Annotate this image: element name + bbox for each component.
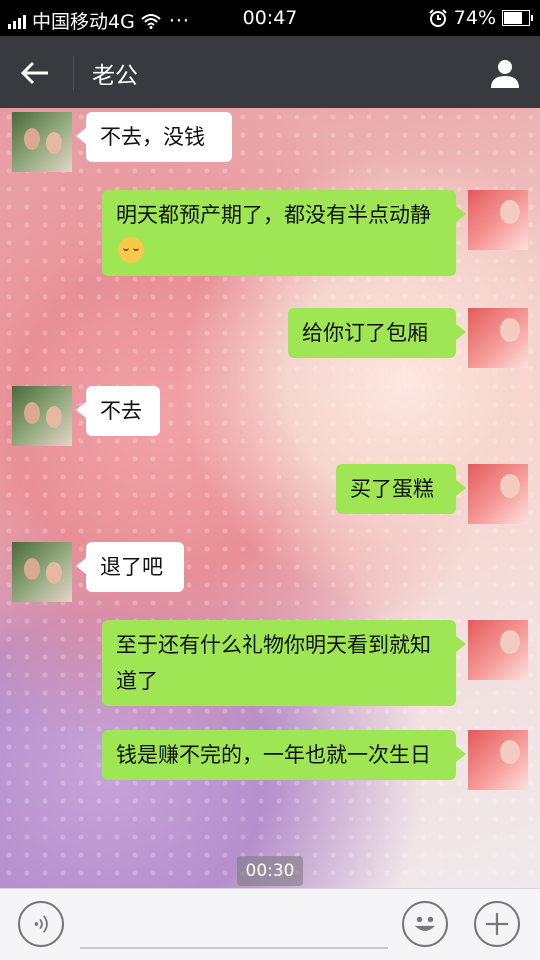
message-input[interactable] xyxy=(80,947,388,949)
message-text: 不去，没钱 xyxy=(100,125,205,149)
contact-avatar[interactable] xyxy=(12,542,72,602)
input-bar xyxy=(0,888,540,960)
message-bubble-incoming[interactable]: 不去 xyxy=(76,386,160,436)
contact-avatar[interactable] xyxy=(12,112,72,172)
chat-title: 老公 xyxy=(92,63,138,89)
message-bubble-outgoing[interactable]: 买了蛋糕 xyxy=(336,464,466,514)
message-text: 退了吧 xyxy=(100,555,163,579)
relieved-face-icon xyxy=(118,237,144,263)
message-text: 钱是赚不完的，一年也就一次生日 xyxy=(116,743,431,767)
message-bubble-outgoing[interactable]: 至于还有什么礼物你明天看到就知道了 xyxy=(102,620,466,706)
arrow-left-icon[interactable] xyxy=(18,56,52,90)
header-divider xyxy=(73,56,74,90)
battery-percent: 74% xyxy=(453,7,496,29)
battery-icon xyxy=(502,10,533,26)
message-bubble-outgoing[interactable]: 钱是赚不完的，一年也就一次生日 xyxy=(102,730,466,780)
message-text: 至于还有什么礼物你明天看到就知道了 xyxy=(116,633,431,693)
voice-icon[interactable] xyxy=(18,901,64,947)
message-bubble-outgoing[interactable]: 明天都预产期了，都没有半点动静 xyxy=(102,190,466,276)
self-avatar[interactable] xyxy=(468,464,528,524)
chat-header: 老公 xyxy=(0,36,540,108)
message-bubble-incoming[interactable]: 退了吧 xyxy=(76,542,184,592)
message-text: 明天都预产期了，都没有半点动静 xyxy=(116,203,431,227)
chat-area[interactable]: 不去，没钱 明天都预产期了，都没有半点动静 给你订了包厢 不去 买了蛋糕 退了吧… xyxy=(0,108,540,888)
alarm-icon xyxy=(429,9,447,27)
message-text: 不去 xyxy=(100,399,142,423)
status-bar: 中国移动4G ··· 00:47 74% xyxy=(0,0,540,36)
message-bubble-outgoing[interactable]: 给你订了包厢 xyxy=(288,308,466,358)
self-avatar[interactable] xyxy=(468,308,528,368)
message-text: 给你订了包厢 xyxy=(302,321,428,345)
self-avatar[interactable] xyxy=(468,730,528,790)
self-avatar[interactable] xyxy=(468,190,528,250)
message-bubble-incoming[interactable]: 不去，没钱 xyxy=(76,112,232,162)
message-timestamp: 00:30 xyxy=(237,856,303,886)
self-avatar[interactable] xyxy=(468,620,528,680)
plus-icon[interactable] xyxy=(474,901,520,947)
emoji-icon[interactable] xyxy=(402,901,448,947)
user-icon[interactable] xyxy=(488,56,522,90)
message-text: 买了蛋糕 xyxy=(350,477,434,501)
contact-avatar[interactable] xyxy=(12,386,72,446)
